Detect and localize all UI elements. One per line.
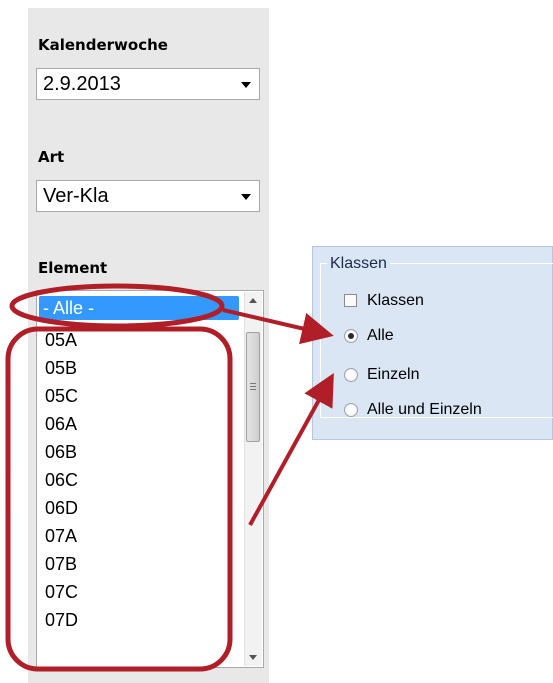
type-label: Art bbox=[38, 148, 65, 166]
checkbox-icon[interactable] bbox=[344, 294, 357, 307]
list-item[interactable]: 06C bbox=[45, 469, 78, 491]
scroll-up-icon[interactable] bbox=[249, 298, 257, 303]
list-item[interactable]: 07D bbox=[45, 609, 78, 631]
list-item[interactable]: 07A bbox=[45, 525, 77, 547]
calendar-week-label: Kalenderwoche bbox=[38, 36, 168, 54]
groupbox-title: Klassen bbox=[327, 255, 390, 273]
list-item[interactable]: 05A bbox=[45, 329, 77, 351]
element-listbox[interactable]: - Alle - 05A 05B 05C 06A 06B 06C 06D 07A… bbox=[36, 290, 264, 668]
list-item[interactable]: 05B bbox=[45, 357, 77, 379]
radio-icon[interactable] bbox=[344, 403, 358, 417]
type-value: Ver-Kla bbox=[43, 185, 109, 207]
dropdown-arrow-icon[interactable] bbox=[241, 82, 251, 88]
radio-selected-icon[interactable] bbox=[344, 329, 358, 343]
scrollbar-thumb[interactable] bbox=[246, 332, 260, 442]
klassen-groupbox: Klassen Klassen Alle Einzeln Alle und Ei… bbox=[312, 246, 553, 440]
list-item[interactable]: 06B bbox=[45, 441, 77, 463]
list-item[interactable]: 06D bbox=[45, 497, 78, 519]
radio-einzeln-label: Einzeln bbox=[367, 366, 420, 383]
scroll-down-icon[interactable] bbox=[249, 655, 257, 660]
klassen-checkbox-label: Klassen bbox=[367, 292, 424, 309]
radio-alle-label: Alle bbox=[367, 327, 394, 344]
list-item-all[interactable]: - Alle - bbox=[39, 296, 239, 320]
radio-alle-und-einzeln-label: Alle und Einzeln bbox=[367, 401, 482, 418]
calendar-week-dropdown[interactable]: 2.9.2013 bbox=[36, 68, 260, 100]
dropdown-arrow-icon[interactable] bbox=[241, 194, 251, 200]
radio-icon[interactable] bbox=[344, 368, 358, 382]
calendar-week-value: 2.9.2013 bbox=[43, 73, 121, 95]
element-label: Element bbox=[38, 259, 108, 277]
list-item[interactable]: 06A bbox=[45, 413, 77, 435]
list-scrollbar[interactable] bbox=[244, 292, 262, 666]
list-item[interactable]: 07C bbox=[45, 581, 78, 603]
type-dropdown[interactable]: Ver-Kla bbox=[36, 180, 260, 212]
list-item[interactable]: 07B bbox=[45, 553, 77, 575]
list-item[interactable]: 05C bbox=[45, 385, 78, 407]
